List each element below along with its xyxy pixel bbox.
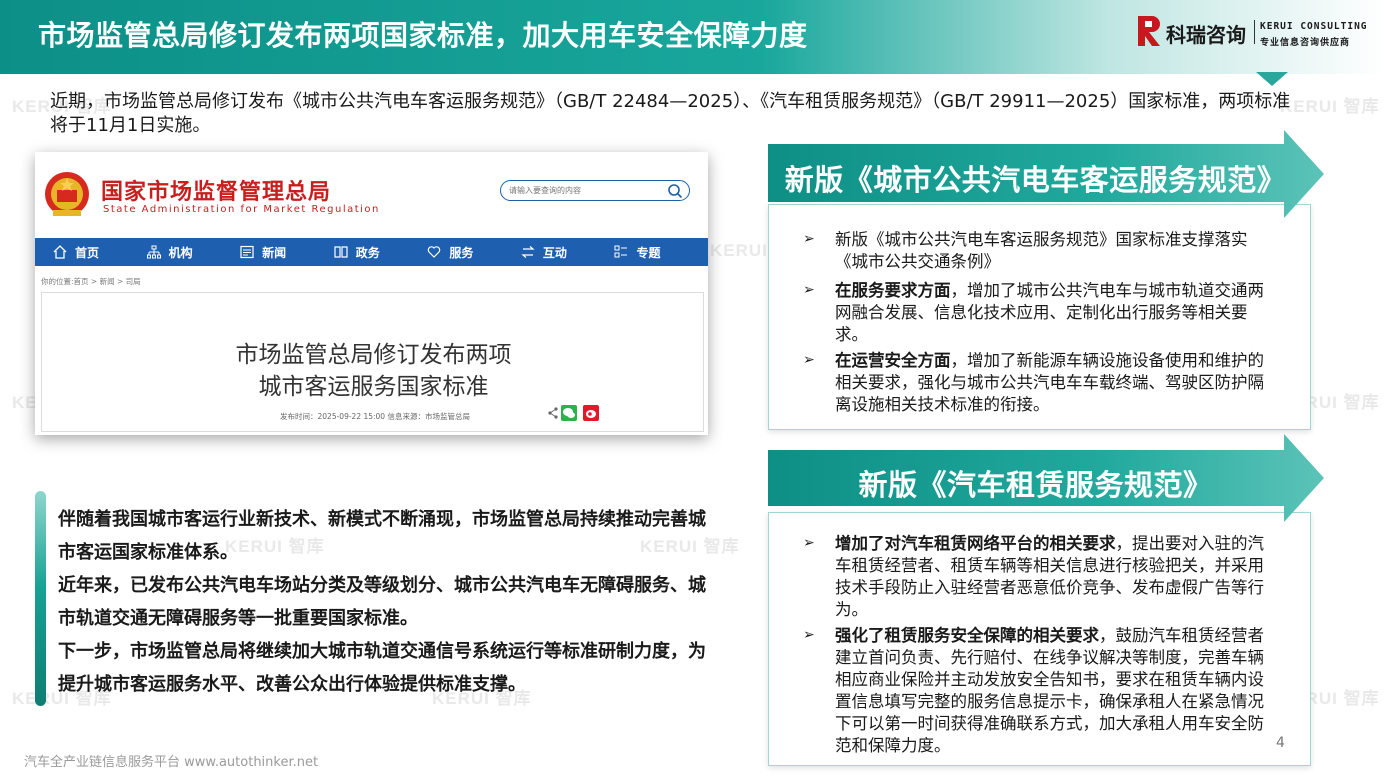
gov-icon [334, 246, 348, 258]
section2-title: 新版《汽车租赁服务规范》 [858, 468, 1213, 502]
topic-icon [614, 245, 628, 258]
article-meta: 发布时间：2025-09-22 15:00 信息来源：市场监管总局 [280, 412, 470, 421]
section1-banner: 新版《城市公共汽电车客运服务规范》 [768, 130, 1324, 220]
site-name-en: State Administration for Market Regulati… [103, 204, 380, 215]
section1-panel: ➢ 新版《城市公共汽电车客运服务规范》国家标准支撑落实《城市公共交通条例》 ➢ … [768, 204, 1311, 430]
bullet-arrow-icon: ➢ [803, 535, 815, 551]
nav-item-org[interactable]: 机构 [146, 238, 241, 266]
share-icon[interactable] [548, 407, 558, 419]
search-placeholder: 请输入要查询的内容 [509, 186, 581, 195]
article-card: 市场监管总局修订发布两项 城市客运服务国家标准 发布时间：2025-09-22 … [41, 292, 704, 432]
section2-panel: ➢ 增加了对汽车租赁网络平台的相关要求，提出要对入驻的汽车租赁经营者、租赁车辆等… [768, 512, 1311, 766]
section1-item-1: 新版《城市公共汽电车客运服务规范》国家标准支撑落实《城市公共交通条例》 [835, 229, 1280, 273]
nav-label: 互动 [542, 246, 567, 260]
page-number: 4 [1276, 735, 1285, 751]
share-icons[interactable] [547, 405, 607, 421]
footer-text: 汽车全产业链信息服务平台 www.autothinker.net [24, 755, 319, 770]
item-bold-text: 在服务要求方面 [835, 281, 951, 300]
item-bold-text: 强化了租赁服务安全保障的相关要求 [835, 626, 1099, 645]
nav-label: 新闻 [262, 246, 287, 260]
heart-icon [428, 246, 441, 258]
section1-item-3: 在运营安全方面，增加了新能源车辆设施设备使用和维护的相关要求，强化与城市公共汽电… [835, 350, 1280, 416]
home-icon [53, 245, 67, 259]
site-name: 国家市场监督管理总局 [101, 180, 332, 205]
section2-banner: 新版《汽车租赁服务规范》 [768, 434, 1324, 524]
quote-accent-bar [35, 491, 46, 706]
search-icon[interactable] [667, 183, 683, 199]
section2-item-2: 强化了租赁服务安全保障的相关要求，鼓励汽车租赁经营者建立首问负责、先行赔付、在线… [835, 625, 1280, 757]
article-title-line2: 城市客运服务国家标准 [258, 374, 489, 400]
item-text: 新版《城市公共汽电车客运服务规范》国家标准支撑落实《城市公共交通条例》 [835, 230, 1248, 271]
site-nav: 首页 机构 新闻 政务 服务 互动 专题 [35, 238, 708, 266]
quote-paragraph-1: 伴随着我国城市客运行业新技术、新模式不断涌现，市场监管总局持续推动完善城市客运国… [58, 509, 706, 563]
brand-name-cn: 科瑞咨询 [1166, 23, 1246, 47]
news-icon [240, 245, 254, 259]
weibo-icon[interactable] [583, 405, 599, 421]
breadcrumb: 你的位置:首页 > 新闻 > 司局 [41, 277, 141, 286]
nav-label: 机构 [168, 246, 193, 260]
nav-item-interact[interactable]: 互动 [521, 238, 615, 266]
brand-divider [1254, 20, 1255, 44]
national-emblem-icon [45, 172, 89, 216]
article-title-line1: 市场监管总局修订发布两项 [235, 342, 512, 368]
nav-label: 政务 [355, 246, 380, 260]
bullet-arrow-icon: ➢ [803, 352, 815, 368]
bullet-arrow-icon: ➢ [803, 231, 815, 247]
item-bold-text: 在运营安全方面 [835, 351, 951, 370]
nav-item-news[interactable]: 新闻 [240, 238, 334, 266]
section1-item-2: 在服务要求方面，增加了城市公共汽电车与城市轨道交通两网融合发展、信息化技术应用、… [835, 280, 1280, 346]
nav-item-service[interactable]: 服务 [427, 238, 521, 266]
nav-item-home[interactable]: 首页 [53, 238, 147, 266]
site-search-input[interactable]: 请输入要查询的内容 [500, 180, 690, 201]
nav-label: 专题 [636, 246, 661, 260]
nav-label: 服务 [449, 246, 474, 260]
nav-label: 首页 [75, 246, 100, 260]
page-title: 市场监管总局修订发布两项国家标准，加大用车安全保障力度 [38, 19, 808, 52]
wechat-icon[interactable] [561, 405, 577, 421]
section2-item-1: 增加了对汽车租赁网络平台的相关要求，提出要对入驻的汽车租赁经营者、租赁车辆等相关… [835, 533, 1280, 621]
brand-name-en: KERUI CONSULTING [1260, 21, 1368, 32]
quote-block: 伴随着我国城市客运行业新技术、新模式不断涌现，市场监管总局持续推动完善城市客运国… [58, 503, 718, 701]
samr-website-screenshot: 国家市场监督管理总局 State Administration for Mark… [35, 152, 708, 435]
item-text: ，鼓励汽车租赁经营者建立首问负责、先行赔付、在线争议解决等制度，完善车辆相应商业… [835, 626, 1264, 755]
brand-tagline: 专业信息咨询供应商 [1260, 38, 1351, 48]
quote-paragraph-3: 下一步，市场监管总局将继续加大城市轨道交通信号系统运行等标准研制力度，为提升城市… [58, 641, 706, 695]
nav-item-gov[interactable]: 政务 [334, 238, 428, 266]
bullet-arrow-icon: ➢ [803, 627, 815, 643]
header-notch [1256, 72, 1288, 86]
bullet-arrow-icon: ➢ [803, 282, 815, 298]
header-bar: 市场监管总局修订发布两项国家标准，加大用车安全保障力度 科瑞咨询 KERUI C… [0, 0, 1386, 74]
org-icon [146, 245, 161, 259]
nav-item-topic[interactable]: 专题 [614, 238, 708, 266]
section1-title: 新版《城市公共汽电车客运服务规范》 [784, 163, 1287, 197]
item-bold-text: 增加了对汽车租赁网络平台的相关要求 [835, 534, 1116, 553]
brand-logo: 科瑞咨询 KERUI CONSULTING 专业信息咨询供应商 [1138, 14, 1378, 50]
kerui-logo-icon [1138, 16, 1160, 46]
quote-paragraph-2: 近年来，已发布公共汽电车场站分类及等级划分、城市公共汽电车无障碍服务、城市轨道交… [58, 575, 706, 629]
exchange-icon [521, 246, 535, 258]
